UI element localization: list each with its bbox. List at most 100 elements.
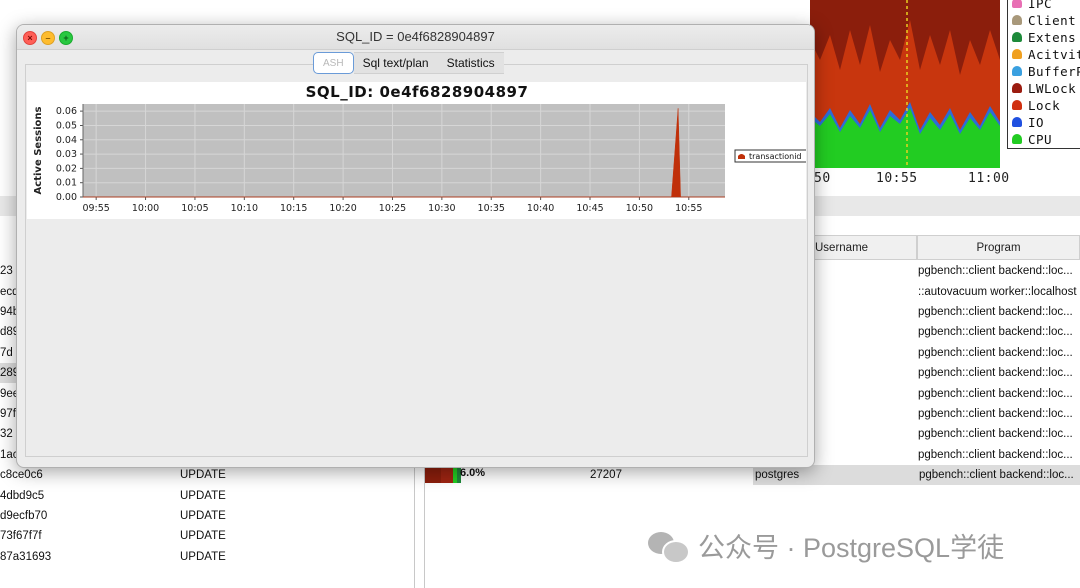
x-tick-label: 10:00 [132, 203, 159, 214]
sql-id-cell: 4dbd9c5 [0, 490, 45, 502]
bg-axis-tick: 10:55 [876, 171, 918, 186]
program-cell[interactable]: pgbench::client backend::loc... [918, 424, 1080, 444]
program-cell[interactable]: pgbench::client backend::loc... [918, 343, 1080, 363]
program-cell[interactable]: pgbench::client backend::loc... [918, 322, 1080, 342]
wechat-icon [648, 530, 690, 564]
y-tick-label: 0.00 [56, 192, 77, 203]
program-cell[interactable]: pgbench::client backend::loc... [918, 363, 1080, 383]
legend-item-lock[interactable]: Lock [1012, 97, 1060, 113]
x-tick-label: 10:50 [626, 203, 653, 214]
x-tick-label: 10:40 [527, 203, 554, 214]
ash-chart-svg: 0.00 0.01 0.02 0.03 0.04 0.05 0.06 09:55 10:00 10… [33, 104, 806, 214]
program-cell[interactable]: pgbench::client backend::loc... [918, 404, 1080, 424]
column-header-username[interactable]: Username [810, 235, 917, 260]
x-tick-label: 10:30 [428, 203, 455, 214]
legend-item-lwlock[interactable]: LWLock [1012, 80, 1076, 96]
legend-label: Extens [1028, 29, 1077, 45]
legend-label: IPC [1028, 0, 1053, 11]
sql-id-cell: 7d [0, 347, 13, 359]
legend-item-client[interactable]: Client [1012, 12, 1076, 28]
tab-ash[interactable]: ASH [313, 52, 354, 74]
x-tick-label: 10:20 [329, 203, 356, 214]
dialog-tabs: ASH Sql text/plan Statistics [313, 52, 504, 74]
legend-label: LWLock [1028, 80, 1077, 96]
y-tick-label: 0.06 [56, 106, 77, 117]
legend-swatch-icon [1012, 15, 1022, 25]
sql-id-cell: d9ecfb70 [0, 510, 48, 522]
ash-chart-panel: SQL_ID: 0e4f6828904897 0.00 0.01 0.02 0.03 0… [27, 82, 806, 236]
x-tick-label: 10:35 [478, 203, 505, 214]
watermark-text: 公众号 · PostgreSQL学徒 [698, 533, 1005, 563]
legend-item-ipc[interactable]: IPC [1012, 0, 1052, 11]
sql-id-cell: 32 [0, 428, 13, 440]
program-cell[interactable]: pgbench::client backend::loc... [918, 261, 1080, 281]
legend-swatch-icon [1012, 134, 1022, 144]
command-type-cell: UPDATE [180, 530, 226, 542]
program-cell[interactable]: pgbench::client backend::loc... [917, 465, 1080, 485]
y-tick-label: 0.05 [56, 120, 77, 131]
sql-id-cell: c8ce0c6 [0, 469, 43, 481]
chart-legend-label: transactionid [749, 152, 802, 161]
details-panel [27, 222, 806, 455]
legend-label: Client [1028, 12, 1077, 28]
program-cell[interactable]: pgbench::client backend::loc... [918, 384, 1080, 404]
sql-id-cell: 97f [0, 408, 16, 420]
program-cell[interactable]: pgbench::client backend::loc... [918, 302, 1080, 322]
command-type-cell: UPDATE [180, 490, 226, 502]
legend-label: CPU [1028, 131, 1053, 147]
table-row[interactable]: 4dbd9c5 UPDATE [0, 486, 414, 506]
command-type-cell: UPDATE [180, 551, 226, 563]
background-ash-chart-svg [810, 0, 1000, 168]
sql-id-cell: 73f67f7f [0, 530, 42, 542]
username-cell[interactable]: postgres [753, 465, 918, 485]
legend-swatch-icon [1012, 117, 1022, 127]
y-tick-label: 0.01 [56, 178, 77, 189]
legend-item-activity[interactable]: Acitvity [1012, 46, 1080, 62]
pid-cell[interactable]: 27207 [590, 465, 622, 485]
tab-sql-text-plan[interactable]: Sql text/plan [353, 52, 438, 74]
y-axis-label: Active Sessions [33, 106, 44, 194]
x-tick-label: 10:45 [576, 203, 603, 214]
bg-axis-tick: 50 [814, 171, 831, 186]
bg-axis-tick: 11:00 [968, 171, 1010, 186]
activity-percent: 6.0% [460, 467, 486, 479]
legend-label: IO [1028, 114, 1045, 130]
activity-bar [425, 467, 461, 483]
legend-swatch-icon [1012, 0, 1022, 8]
background-time-axis: 50 10:55 11:00 [810, 168, 1010, 190]
legend-item-cpu[interactable]: CPU [1012, 131, 1052, 147]
program-cell[interactable]: pgbench::client backend::loc... [918, 445, 1080, 465]
table-row[interactable]: d9ecfb70 UPDATE [0, 506, 414, 526]
window-titlebar[interactable]: × – + SQL_ID = 0e4f6828904897 [17, 25, 814, 50]
table-row[interactable]: 87a31693 UPDATE [0, 547, 414, 567]
table-row[interactable]: 73f67f7f UPDATE [0, 526, 414, 546]
command-type-cell: UPDATE [180, 510, 226, 522]
x-tick-label: 10:05 [181, 203, 208, 214]
legend-swatch-icon [1012, 49, 1022, 59]
background-ash-chart [810, 0, 1000, 168]
column-header-program[interactable]: Program [917, 235, 1080, 260]
legend-item-bufferpin[interactable]: BufferP [1012, 63, 1080, 79]
x-tick-label: 10:15 [280, 203, 307, 214]
legend-item-io[interactable]: IO [1012, 114, 1044, 130]
x-tick-label: 10:55 [675, 203, 702, 214]
legend-label: Lock [1028, 97, 1061, 113]
sql-id-cell: 23 [0, 265, 13, 277]
tab-content: SQL_ID: 0e4f6828904897 0.00 0.01 0.02 0.03 0… [25, 64, 808, 457]
y-tick-label: 0.03 [56, 149, 77, 160]
command-type-cell: UPDATE [180, 469, 226, 481]
watermark: 公众号 · PostgreSQL学徒 [648, 526, 1004, 565]
table-row[interactable]: c8ce0c6 UPDATE [0, 465, 414, 485]
legend-swatch-icon [1012, 66, 1022, 76]
x-tick-label: 09:55 [82, 203, 109, 214]
legend-label: BufferP [1028, 63, 1080, 79]
tab-statistics[interactable]: Statistics [437, 52, 504, 74]
legend-item-extension[interactable]: Extens [1012, 29, 1076, 45]
wait-class-legend: IPC Client Extens Acitvity BufferP LWLoc… [1007, 0, 1080, 149]
legend-swatch-icon [1012, 32, 1022, 42]
y-tick-label: 0.04 [56, 135, 77, 146]
program-cell[interactable]: ::autovacuum worker::localhost [918, 282, 1080, 302]
x-tick-label: 10:10 [231, 203, 258, 214]
legend-label: Acitvity [1028, 46, 1080, 62]
x-tick-label: 10:25 [379, 203, 406, 214]
